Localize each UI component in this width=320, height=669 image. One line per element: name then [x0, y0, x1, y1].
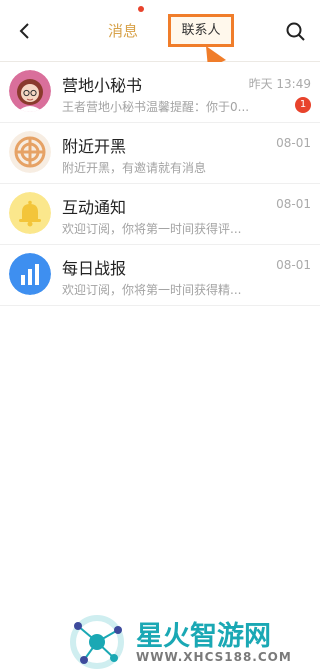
list-item-assistant[interactable]: 营地小秘书 王者营地小秘书温馨提醒：你于0... 昨天 13:49 1	[0, 62, 320, 123]
girl-avatar-icon	[9, 70, 51, 112]
list-item-daily-report[interactable]: 每日战报 欢迎订阅，你将第一时间获得精... 08-01	[0, 245, 320, 306]
unread-badge: 1	[295, 97, 311, 113]
list-item-nearby[interactable]: 附近开黑 附近开黑，有邀请就有消息 08-01	[0, 123, 320, 184]
notification-dot	[138, 6, 144, 12]
chevron-left-icon	[19, 23, 29, 39]
message-list: 营地小秘书 王者营地小秘书温馨提醒：你于0... 昨天 13:49 1 附近开黑…	[0, 62, 320, 306]
tab-contacts[interactable]: 联系人	[168, 14, 234, 47]
item-time: 08-01	[276, 136, 311, 150]
item-title: 互动通知	[62, 198, 127, 217]
site-watermark: 星火智游网 WWW.XHCS188.COM	[64, 612, 320, 669]
watermark-url: WWW.XHCS188.COM	[136, 650, 292, 664]
search-icon	[286, 22, 305, 41]
item-title: 附近开黑	[62, 137, 127, 156]
item-title: 营地小秘书	[62, 76, 143, 95]
item-time: 08-01	[276, 197, 311, 211]
tab-messages[interactable]: 消息	[98, 20, 148, 41]
bar-chart-icon	[9, 253, 51, 295]
item-time: 08-01	[276, 258, 311, 272]
item-subtitle: 欢迎订阅，你将第一时间获得精...	[62, 283, 242, 297]
item-subtitle: 欢迎订阅，你将第一时间获得评...	[62, 222, 242, 236]
back-button[interactable]	[14, 18, 38, 44]
bell-icon	[9, 192, 51, 234]
list-item-interactions[interactable]: 互动通知 欢迎订阅，你将第一时间获得评... 08-01	[0, 184, 320, 245]
item-time: 昨天 13:49	[248, 77, 311, 91]
network-logo-icon	[70, 615, 124, 669]
item-title: 每日战报	[62, 259, 127, 278]
radar-icon	[9, 131, 51, 173]
search-button[interactable]	[284, 18, 308, 44]
watermark-title: 星火智游网	[136, 621, 271, 652]
item-subtitle: 王者营地小秘书温馨提醒：你于0...	[62, 100, 250, 114]
item-subtitle: 附近开黑，有邀请就有消息	[62, 161, 207, 175]
